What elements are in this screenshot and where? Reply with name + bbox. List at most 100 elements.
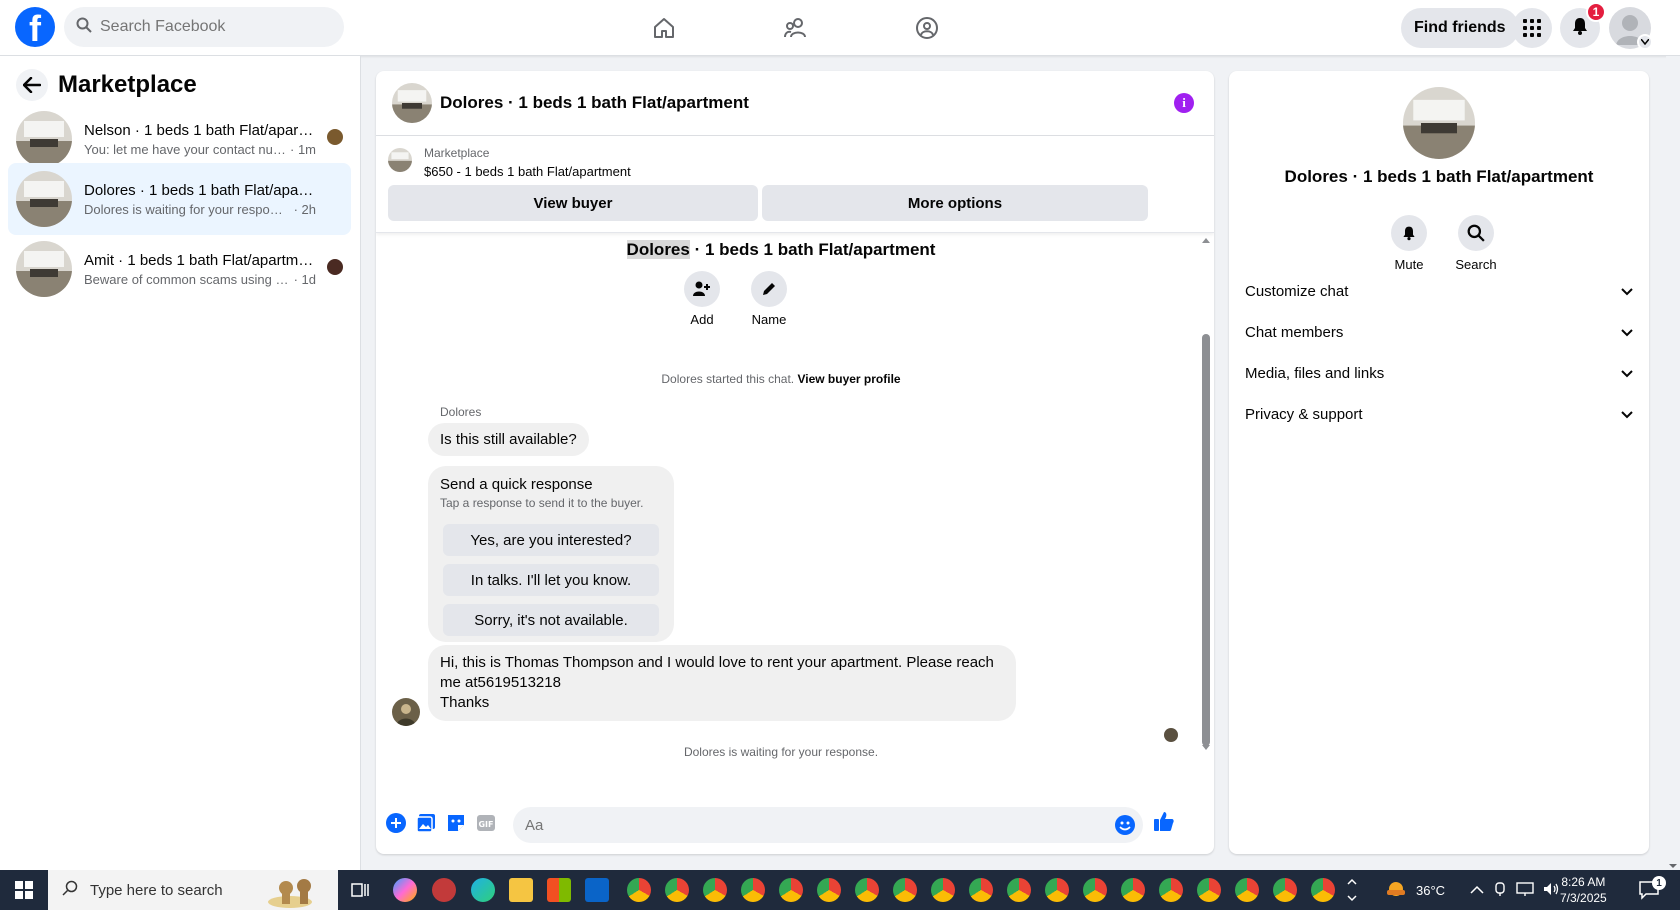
search-bar[interactable] (64, 7, 344, 47)
view-buyer-button[interactable]: View buyer (388, 185, 758, 221)
started-text: Dolores started this chat. (661, 372, 798, 386)
meet-now-icon[interactable] (1492, 881, 1508, 900)
sidebar-header: Marketplace (16, 69, 197, 101)
conversation-item-amit[interactable]: Amit · 1 beds 1 bath Flat/apartment Bewa… (8, 233, 351, 305)
facebook-logo-icon[interactable]: f (15, 7, 55, 47)
home-icon[interactable] (644, 8, 684, 48)
chrome-icon[interactable] (969, 878, 993, 902)
chat-large-thumbnail[interactable] (1403, 87, 1475, 159)
message-bubble[interactable]: Hi, this is Thomas Thompson and I would … (428, 645, 1016, 721)
chrome-icon[interactable] (855, 878, 879, 902)
chrome-icon[interactable] (1197, 878, 1221, 902)
taskbar-overflow-chevrons-icon[interactable] (1346, 874, 1358, 906)
info-icon[interactable]: i (1174, 93, 1194, 113)
sticker-icon[interactable] (444, 811, 468, 835)
accordion-customize-chat[interactable]: Customize chat (1245, 269, 1633, 313)
windows-start-icon[interactable] (0, 870, 48, 910)
message-line: Thanks (440, 694, 490, 711)
edge-icon[interactable] (471, 878, 495, 902)
outlook-icon[interactable] (585, 878, 609, 902)
system-clock[interactable]: 8:26 AM 7/3/2025 (1560, 874, 1607, 906)
gif-icon[interactable]: GIF (474, 811, 498, 835)
taskbar-app-icon[interactable] (432, 878, 456, 902)
listing-source: Marketplace (424, 146, 490, 160)
add-person-icon (684, 271, 720, 307)
message-input[interactable] (525, 816, 1085, 834)
emoji-icon[interactable] (1115, 815, 1135, 839)
show-hidden-icons-icon[interactable] (1470, 883, 1484, 898)
message-bubble[interactable]: Is this still available? (428, 423, 589, 456)
chrome-icon[interactable] (931, 878, 955, 902)
chrome-icon[interactable] (1121, 878, 1145, 902)
add-member-button[interactable]: Add (672, 271, 732, 327)
chrome-icon[interactable] (1083, 878, 1107, 902)
scrollbar-thumb[interactable] (1202, 334, 1210, 746)
conversation-preview: You: let me have your contact number (84, 141, 286, 157)
menu-grid-icon[interactable] (1512, 8, 1552, 48)
conversation-title: Nelson · 1 beds 1 bath Flat/apartment (84, 121, 316, 139)
accordion-label: Media, files and links (1245, 364, 1385, 382)
search-icon (1458, 215, 1494, 251)
listing-thumbnail[interactable] (388, 148, 412, 172)
more-options-button[interactable]: More options (762, 185, 1148, 221)
chrome-icon[interactable] (1273, 878, 1297, 902)
thumbs-up-icon[interactable] (1152, 809, 1176, 833)
logo-letter: f (29, 8, 41, 47)
chrome-icon[interactable] (741, 878, 765, 902)
photo-icon[interactable] (414, 811, 438, 835)
file-explorer-icon[interactable] (509, 878, 533, 902)
mute-button[interactable]: Mute (1379, 215, 1439, 272)
search-in-chat-button[interactable]: Search (1446, 215, 1506, 272)
taskbar-search[interactable]: Type here to search (48, 870, 338, 910)
chrome-icon[interactable] (665, 878, 689, 902)
network-icon[interactable] (1516, 881, 1534, 900)
chevron-down-icon (1621, 324, 1633, 341)
chrome-icon[interactable] (1311, 878, 1335, 902)
chat-thumbnail[interactable] (392, 83, 432, 123)
chrome-icon[interactable] (893, 878, 917, 902)
conversation-item-dolores[interactable]: Dolores · 1 beds 1 bath Flat/apartment D… (8, 163, 351, 235)
name-chat-button[interactable]: Name (739, 271, 799, 327)
listing-thumbnail (16, 171, 72, 227)
view-buyer-profile-link[interactable]: View buyer profile (797, 372, 900, 386)
task-view-icon[interactable] (348, 878, 372, 902)
system-tray-icons[interactable] (1470, 870, 1560, 910)
action-center-icon[interactable]: 1 (1638, 876, 1666, 902)
accordion-privacy-support[interactable]: Privacy & support (1245, 392, 1633, 436)
find-friends-button[interactable]: Find friends (1401, 8, 1519, 48)
message-input-box[interactable] (513, 807, 1143, 843)
plus-circle-icon[interactable] (384, 811, 408, 835)
chrome-icon[interactable] (1045, 878, 1069, 902)
chrome-icon[interactable] (1007, 878, 1031, 902)
listing-price[interactable]: $650 - 1 beds 1 bath Flat/apartment (424, 164, 631, 179)
back-arrow-icon[interactable] (16, 69, 48, 101)
chat-started-note: Dolores started this chat. View buyer pr… (376, 372, 1186, 386)
quick-response-button[interactable]: Sorry, it's not available. (443, 604, 659, 636)
page-scrollbar[interactable] (1666, 56, 1680, 870)
chrome-icon[interactable] (627, 878, 651, 902)
quick-response-button[interactable]: Yes, are you interested? (443, 524, 659, 556)
accordion-media-files-links[interactable]: Media, files and links (1245, 351, 1633, 395)
friends-icon[interactable] (776, 8, 816, 48)
quick-response-button[interactable]: In talks. I'll let you know. (443, 564, 659, 596)
conversation-time: · 1d (293, 271, 316, 287)
conversation-preview: Beware of common scams using payment app… (84, 271, 290, 287)
groups-icon[interactable] (907, 8, 947, 48)
top-navigation-bar: f Find friends 1 (0, 0, 1680, 56)
chat-title[interactable]: Dolores · 1 beds 1 bath Flat/apartment (440, 93, 749, 113)
weather-widget[interactable]: 36°C (1384, 870, 1445, 910)
message-line: Hi, this is Thomas Thompson and I would … (440, 654, 994, 671)
chrome-icon[interactable] (779, 878, 803, 902)
notification-badge: 1 (1586, 2, 1606, 22)
accordion-chat-members[interactable]: Chat members (1245, 310, 1633, 354)
chevron-down-icon[interactable] (1637, 34, 1653, 50)
chrome-icon[interactable] (703, 878, 727, 902)
chrome-icon[interactable] (1235, 878, 1259, 902)
chrome-icon[interactable] (817, 878, 841, 902)
search-input[interactable] (100, 18, 320, 36)
volume-icon[interactable] (1542, 881, 1560, 900)
store-icon[interactable] (547, 878, 571, 902)
copilot-icon[interactable] (393, 878, 417, 902)
chrome-icon[interactable] (1159, 878, 1183, 902)
sender-avatar[interactable] (392, 698, 420, 726)
